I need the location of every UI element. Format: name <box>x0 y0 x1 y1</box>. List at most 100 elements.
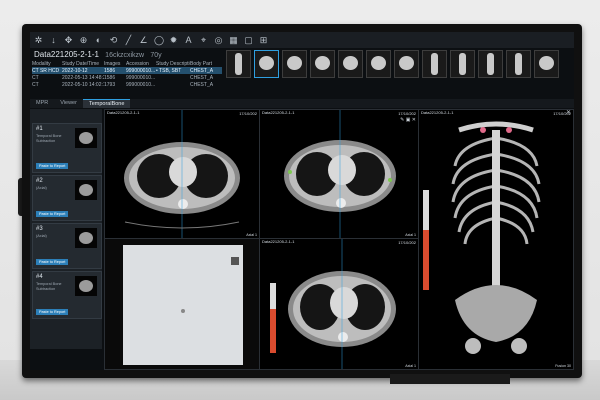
grid-icon[interactable]: ⊞ <box>259 35 268 45</box>
series-preview <box>75 180 97 200</box>
patient-id: 16ckzcxikzw <box>105 52 145 59</box>
move-icon[interactable]: ✥ <box>64 35 73 45</box>
series-thumbnail[interactable] <box>338 50 363 78</box>
viewport-slice-info: Axial 1 <box>405 232 416 237</box>
monitor-stand <box>390 374 510 384</box>
table-cell: CT <box>32 74 39 81</box>
column-header[interactable]: Study Description <box>156 61 190 67</box>
series-thumbnail[interactable] <box>366 50 391 78</box>
viewport-patient-info: Data221205-2-1-1 <box>262 110 295 115</box>
series-thumbnail[interactable] <box>394 50 419 78</box>
table-cell: CT SR HCD <box>32 67 60 74</box>
table-row[interactable]: CT SR HCD 2022-10-12 1586 999000010... •… <box>32 67 222 74</box>
empty-image-area <box>123 245 243 365</box>
angle-icon[interactable]: ∠ <box>139 35 148 45</box>
ct-axial-image <box>284 110 396 238</box>
study-title: Data221205-2-1-1 16ckzcxikzw 70y <box>34 50 162 59</box>
column-header[interactable]: Body Part <box>190 61 220 67</box>
column-header[interactable]: Images <box>104 61 126 67</box>
zoom-icon[interactable]: ⊕ <box>79 35 88 45</box>
paste-to-report-button[interactable]: Paste to Report <box>36 259 69 265</box>
viewport-axial-top-right[interactable]: Data221205-2-1-1 17/10/202 ✎ ▣ ✕ Axial 1 <box>259 109 419 239</box>
column-header[interactable]: Modality <box>32 61 62 67</box>
table-row[interactable]: CT 2022-05-13 14:48:28 1586 999000010...… <box>32 74 222 81</box>
column-header[interactable]: Accession <box>126 61 156 67</box>
tab-mpr[interactable]: MPR <box>30 99 54 108</box>
ellipse-icon[interactable]: ◯ <box>154 35 164 45</box>
series-card[interactable]: #1 Temporal Bone Subtraction Paste to Re… <box>32 123 102 173</box>
window-level-icon[interactable]: ◐ <box>94 35 103 45</box>
viewport-volume-rendering[interactable]: Data221205-2-1-1 17/10/202 ✕ 0 Fusion 30 <box>418 109 574 370</box>
series-description: (Axial) <box>36 234 47 238</box>
viewport-tools-icon[interactable]: ✎ ▣ ✕ <box>400 117 416 123</box>
viewport-patient-info: Data221205-2-1-1 <box>107 110 140 115</box>
paste-to-report-button[interactable]: Paste to Report <box>36 309 69 315</box>
series-thumbnail[interactable] <box>282 50 307 78</box>
series-number: #2 <box>36 178 43 184</box>
target-icon[interactable]: ◎ <box>214 35 223 45</box>
table-cell: 1586 <box>104 67 116 74</box>
series-thumbnail[interactable] <box>450 50 475 78</box>
series-description: Temporal Bone Subtraction <box>36 282 62 291</box>
text-icon[interactable]: A <box>184 35 193 45</box>
table-cell: • TSB, SBT <box>156 67 182 74</box>
series-description: (Axial) <box>36 186 47 190</box>
viewport-date: 17/10/202 <box>239 111 257 116</box>
series-thumbnail[interactable] <box>422 50 447 78</box>
table-cell: CT <box>32 81 39 88</box>
table-cell: 2022-10-12 <box>62 67 88 74</box>
viewport-axial-bottom-right[interactable]: Data221205-2-1-1 17/10/202 Axial 1 <box>259 238 419 370</box>
skeleton-3d-image <box>419 110 573 369</box>
series-thumbnail[interactable] <box>254 50 279 78</box>
close-icon[interactable]: ✕ <box>566 110 571 116</box>
series-description: Temporal Bone Subtraction <box>36 134 62 143</box>
series-card[interactable]: #3 (Axial) Paste to Report <box>32 223 102 269</box>
settings-icon[interactable]: ✲ <box>34 35 43 45</box>
series-thumbnail[interactable] <box>226 50 251 78</box>
table-row[interactable]: CT 2022-05-10 14:02:14 1793 999000010...… <box>32 81 222 88</box>
patient-age: 70y <box>150 52 162 59</box>
viewport-patient-info: Data221205-2-1-1 <box>421 110 454 115</box>
screen: ✲ ↓ ✥ ⊕ ◐ ⟲ ╱ ∠ ◯ ✹ A ⌖ ◎ ▦ ▢ ⊞ Data2212… <box>30 32 574 370</box>
column-header[interactable]: Study Date/Time <box>62 61 104 67</box>
pen-icon[interactable]: ╱ <box>124 35 133 45</box>
layout-icon[interactable]: ▦ <box>229 35 238 45</box>
settings-gear-icon[interactable]: ✹ <box>169 35 178 45</box>
series-thumbnail[interactable] <box>506 50 531 78</box>
series-thumbnail[interactable] <box>310 50 335 78</box>
series-preview <box>75 276 97 296</box>
series-sidebar: #1 Temporal Bone Subtraction Paste to Re… <box>30 109 102 349</box>
viewport-axial-top-left[interactable]: Data221205-2-1-1 17/10/202 Axial 1 <box>104 109 260 239</box>
viewport-slice-info: Fusion 30 <box>555 363 571 368</box>
ct-axial-image <box>270 239 396 369</box>
paste-to-report-button[interactable]: Paste to Report <box>36 211 69 217</box>
crosshair-icon[interactable]: ⌖ <box>199 35 208 45</box>
study-id: Data221205-2-1-1 <box>34 50 99 59</box>
rotate-icon[interactable]: ⟲ <box>109 35 118 45</box>
series-card[interactable]: #2 (Axial) Paste to Report <box>32 175 102 221</box>
tab-temporalbone[interactable]: TemporalBone <box>82 99 131 108</box>
arrow-down-icon[interactable]: ↓ <box>49 35 58 45</box>
paste-to-report-button[interactable]: Paste to Report <box>36 163 69 169</box>
viewport-date: 17/10/202 <box>398 240 416 245</box>
series-preview <box>75 128 97 148</box>
frame-icon[interactable]: ▢ <box>244 35 253 45</box>
toolbar: ✲ ↓ ✥ ⊕ ◐ ⟲ ╱ ∠ ◯ ✹ A ⌖ ◎ ▦ ▢ ⊞ <box>30 32 574 48</box>
table-cell: 1793 <box>104 81 116 88</box>
series-thumbnail[interactable] <box>478 50 503 78</box>
series-card[interactable]: #4 Temporal Bone Subtraction Paste to Re… <box>32 271 102 319</box>
viewport-empty[interactable] <box>104 238 260 370</box>
table-cell: 2022-05-10 14:02:14 <box>62 81 104 88</box>
table-cell: CHEST_A <box>190 81 214 88</box>
series-number: #4 <box>36 274 43 280</box>
viewport-patient-info: Data221205-2-1-1 <box>262 239 295 244</box>
series-thumbnail[interactable] <box>534 50 559 78</box>
study-table-header: Modality Study Date/Time Images Accessio… <box>32 60 222 67</box>
ct-axial-image <box>124 110 240 238</box>
series-preview <box>75 228 97 248</box>
series-number: #1 <box>36 126 43 132</box>
tab-viewer[interactable]: Viewer <box>54 99 83 108</box>
study-table: Modality Study Date/Time Images Accessio… <box>32 60 222 88</box>
viewport-slice-info: Axial 1 <box>405 363 416 368</box>
series-number: #3 <box>36 226 43 232</box>
